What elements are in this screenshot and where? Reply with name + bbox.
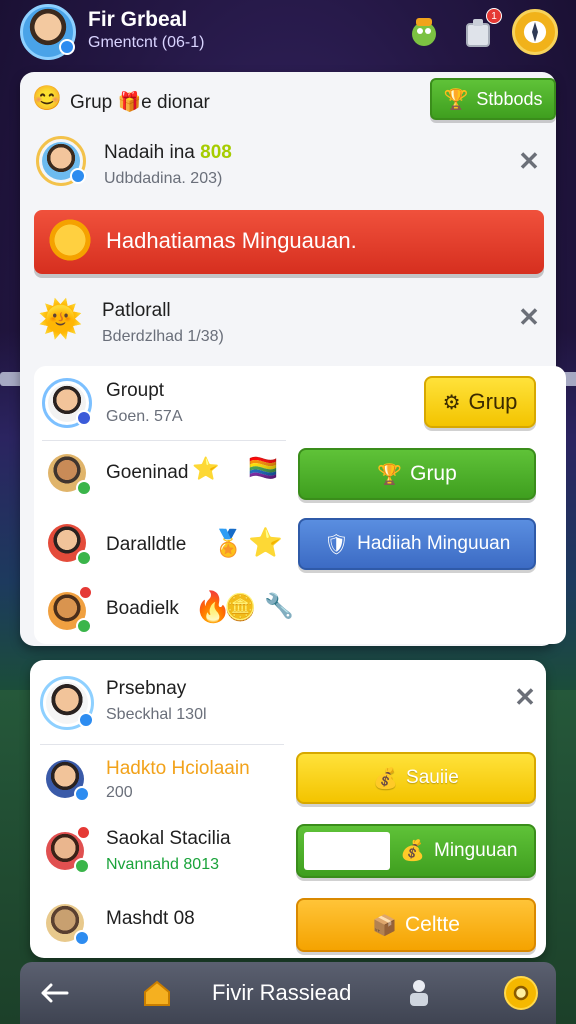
- weekly-button[interactable]: 💰 Minguuan: [296, 824, 536, 878]
- verified-badge-icon: [74, 786, 90, 802]
- verified-badge-icon: [78, 712, 94, 728]
- save-button[interactable]: 💰 Sauiie: [296, 752, 536, 804]
- coin-icon: 🪙: [224, 592, 257, 622]
- alert-badge-icon: [76, 825, 91, 840]
- user-name-text: Nadaih ina: [104, 142, 195, 163]
- group-title: Grup 🎁e dionar: [70, 92, 210, 113]
- group-header-name: Groupt: [106, 380, 165, 401]
- gear-icon: ⚙: [442, 391, 461, 414]
- weekly-reward-banner[interactable]: Hadhatiamas Minguauan.: [34, 210, 544, 274]
- claim-button[interactable]: 📦 Celtte: [296, 898, 536, 952]
- online-badge-icon: [76, 480, 92, 496]
- inventory-icon[interactable]: 1: [458, 8, 502, 52]
- banner-text: Hadhatiamas Minguauan.: [106, 228, 357, 253]
- avatar[interactable]: [42, 585, 93, 636]
- list-item-sub: Nvannahd 8013: [106, 856, 219, 873]
- bottom-bar-title: Fivir Rassiead: [212, 980, 352, 1005]
- list-item-name: Boadielk: [106, 598, 179, 619]
- badge-icon: 🏅: [212, 528, 245, 558]
- weekly-reward-button-label: Hadiiah Minguuan: [357, 533, 511, 554]
- list-item-name: Hadkto Hciolaain: [106, 758, 250, 779]
- save-button-label: Sauiie: [406, 767, 459, 788]
- avatar[interactable]: [40, 825, 91, 876]
- friends-header-sub: Sbeckhal 130l: [106, 706, 207, 723]
- profile-avatar[interactable]: [20, 4, 76, 60]
- close-icon[interactable]: ✕: [516, 304, 542, 330]
- verified-badge-icon: [74, 930, 90, 946]
- sun-badge-icon: [46, 216, 94, 264]
- claim-button-label: Celtte: [405, 913, 460, 936]
- friends-panel: Prsebnay Sbeckhal 130l ✕ Hadkto Hciolaai…: [30, 660, 546, 958]
- trophy-icon: 🏆: [443, 88, 469, 111]
- group-list: Groupt Goen. 57A ⚙ Grup Goeninad ⭐ 🏳️‍🌈 …: [34, 366, 566, 644]
- group-header-sub: Goen. 57A: [106, 408, 183, 425]
- avatar[interactable]: [42, 448, 92, 498]
- flag-icon: 🏳️‍🌈: [248, 455, 278, 482]
- money-icon: 💰: [400, 840, 425, 862]
- group-action-button-label: Stbbods: [476, 88, 543, 109]
- shield-icon: 🛡: [323, 533, 350, 556]
- app-header: Fir Grbeal Gmentcnt (06-1) 1: [0, 0, 576, 66]
- online-badge-icon: [76, 618, 92, 634]
- avatar[interactable]: [36, 136, 86, 186]
- tool-icon: 🔧: [264, 593, 294, 620]
- compass-icon[interactable]: [512, 9, 558, 55]
- weekly-button-label: Minguuan: [434, 840, 518, 861]
- verified-badge-icon: [59, 39, 75, 55]
- group-join-button-label: Grup: [468, 389, 518, 414]
- list-item-name: Saokal Stacilia: [106, 828, 231, 849]
- sun-icon: 🌞: [38, 298, 83, 339]
- trophy-icon: 🏆: [377, 463, 403, 486]
- close-icon[interactable]: ✕: [516, 148, 542, 174]
- user-level-badge: 808: [200, 142, 232, 163]
- mascot-icon[interactable]: [404, 12, 444, 52]
- avatar[interactable]: [40, 676, 94, 730]
- money-icon: 💰: [373, 767, 399, 790]
- box-icon: 📦: [372, 914, 398, 937]
- online-badge-icon: [76, 550, 92, 566]
- list-item-name: Goeninad: [106, 462, 189, 483]
- app-subtitle: Gmentcnt (06-1): [88, 34, 205, 51]
- divider: [42, 440, 286, 441]
- patrol-name: Patlorall: [102, 300, 171, 321]
- avatar[interactable]: [42, 378, 92, 428]
- grup-button-label: Grup: [410, 462, 457, 485]
- list-item-sub: 200: [106, 784, 133, 801]
- bottom-nav-bar: Fivir Rassiead: [20, 962, 556, 1024]
- group-join-button[interactable]: ⚙ Grup: [424, 376, 536, 428]
- home-icon[interactable]: [138, 974, 176, 1012]
- smile-icon: 😊: [32, 85, 62, 112]
- group-action-button[interactable]: 🏆 Stbbods: [430, 78, 556, 120]
- back-arrow-icon[interactable]: [36, 974, 74, 1012]
- avatar[interactable]: [40, 898, 90, 948]
- grup-button[interactable]: 🏆 Grup: [298, 448, 536, 500]
- patrol-subtext: Bderdzlhad 1/38): [102, 328, 224, 345]
- star-icon: ⭐: [248, 527, 283, 558]
- user-subtext: Udbdadina. 203): [104, 170, 223, 187]
- close-icon[interactable]: ✕: [512, 684, 538, 710]
- notification-badge: 1: [486, 8, 502, 24]
- user-name: Nadaih ina 808: [104, 142, 232, 164]
- list-item-name: Daralldtle: [106, 534, 187, 555]
- app-title: Fir Grbeal: [88, 8, 188, 31]
- avatar[interactable]: [42, 518, 92, 568]
- sparkle-icon: ⭐: [192, 456, 220, 481]
- alert-badge-icon: [78, 585, 93, 600]
- input-field-blank: [304, 832, 390, 870]
- coin-icon[interactable]: [504, 976, 538, 1010]
- verified-badge-icon: [70, 168, 86, 184]
- divider: [40, 744, 284, 745]
- status-badge-icon: [76, 410, 92, 426]
- friends-header-name: Prsebnay: [106, 678, 187, 699]
- online-badge-icon: [74, 858, 90, 874]
- group-panel: 😊 Grup 🎁e dionar 🏆 Stbbods Nadaih ina 80…: [20, 72, 566, 646]
- character-icon[interactable]: [400, 974, 438, 1012]
- avatar[interactable]: [40, 754, 90, 804]
- list-item-name: Mashdt 08: [106, 908, 195, 929]
- weekly-reward-button[interactable]: 🛡 Hadiiah Minguuan: [298, 518, 536, 570]
